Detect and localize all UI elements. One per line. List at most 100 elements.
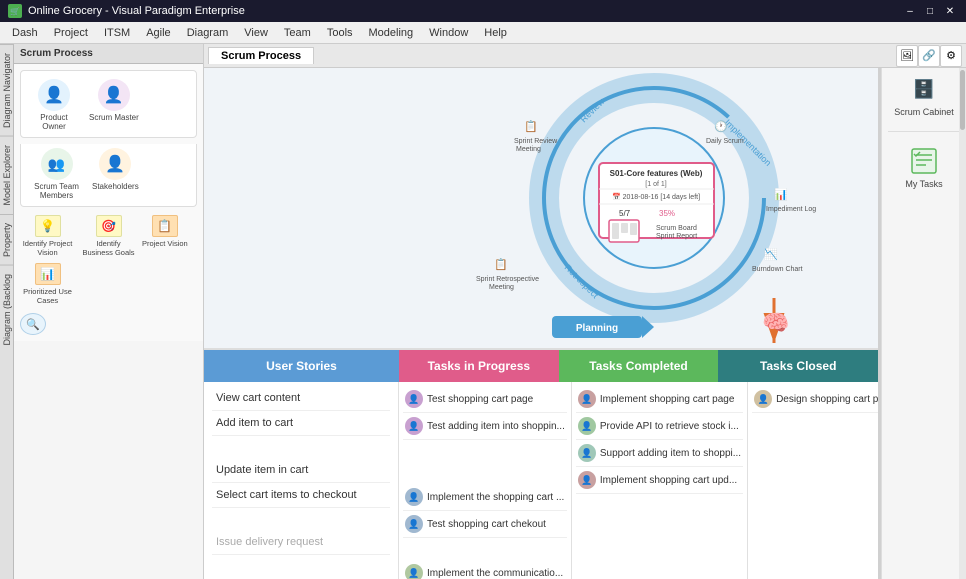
search-icon[interactable]: 🔍 bbox=[20, 313, 46, 335]
pv-icon: 📋 bbox=[152, 215, 178, 237]
task-avatar-0: 👤 bbox=[405, 390, 423, 408]
my-tasks-icon bbox=[906, 146, 942, 176]
right-scrollbar[interactable] bbox=[959, 68, 966, 579]
vtab-property[interactable]: Property bbox=[0, 214, 13, 265]
role-product-owner: 👤 Product Owner bbox=[29, 79, 79, 131]
story-view-cart: View cart content bbox=[212, 386, 390, 411]
toolbar-btn3[interactable]: ⚙ bbox=[940, 45, 962, 67]
uc-label: Prioritized Use Cases bbox=[20, 287, 75, 305]
task-text-5: Test shopping cart chekout bbox=[427, 519, 546, 530]
task-provide-api: 👤 Provide API to retrieve stock i... bbox=[576, 413, 743, 440]
kanban-body: View cart content Add item to cart Updat… bbox=[204, 382, 878, 579]
backlog-item-uc: 📊 Prioritized Use Cases bbox=[20, 263, 75, 305]
task-avatar-1: 👤 bbox=[405, 417, 423, 435]
team-label: Scrum Team Members bbox=[29, 182, 84, 200]
main-content: Scrum Process 🖼 🔗 ⚙ bbox=[204, 44, 966, 579]
title-bar-controls: – □ ✕ bbox=[902, 4, 958, 18]
maximize-button[interactable]: □ bbox=[922, 4, 938, 18]
user-stories-col: View cart content Add item to cart Updat… bbox=[204, 382, 399, 579]
roles-container: 👤 Product Owner 👤 Scrum Master bbox=[20, 70, 197, 138]
sidebar-tools: 🔍 bbox=[20, 313, 197, 335]
menu-help[interactable]: Help bbox=[476, 25, 515, 41]
story-add-item: Add item to cart bbox=[212, 411, 390, 436]
vtab-model-explorer[interactable]: Model Explorer bbox=[0, 136, 13, 214]
svg-text:Sprint Report: Sprint Report bbox=[656, 233, 697, 240]
stakeholders-icon: 👤 bbox=[99, 148, 131, 180]
svg-text:Meeting: Meeting bbox=[516, 146, 541, 153]
app-icon: 🛒 bbox=[8, 4, 22, 18]
completed-text-3: Implement shopping cart upd... bbox=[600, 475, 737, 486]
svg-text:🧠: 🧠 bbox=[762, 310, 789, 335]
toolbar-btn2[interactable]: 🔗 bbox=[918, 45, 940, 67]
menu-project[interactable]: Project bbox=[46, 25, 96, 41]
product-owner-icon: 👤 bbox=[38, 79, 70, 111]
role-team: 👥 Scrum Team Members bbox=[29, 148, 84, 200]
kanban-headers: User Stories Tasks in Progress Tasks Com… bbox=[204, 350, 878, 382]
vtab-diagram-navigator[interactable]: Diagram Navigator bbox=[0, 44, 13, 136]
menu-window[interactable]: Window bbox=[421, 25, 476, 41]
svg-text:[1 of 1]: [1 of 1] bbox=[645, 181, 666, 188]
menu-tools[interactable]: Tools bbox=[319, 25, 361, 41]
svg-text:🕐: 🕐 bbox=[714, 120, 728, 133]
backlog-grid: 💡 Identify Project Vision 🎯 Identify Bus… bbox=[20, 215, 197, 305]
story-spacer2 bbox=[212, 508, 390, 530]
minimize-button[interactable]: – bbox=[902, 4, 918, 18]
in-progress-col: 👤 Test shopping cart page 👤 Test adding … bbox=[399, 382, 572, 579]
menu-diagram[interactable]: Diagram bbox=[179, 25, 237, 41]
col-header-in-progress: Tasks in Progress bbox=[399, 350, 559, 382]
sidebar-title: Scrum Process bbox=[14, 44, 203, 64]
uc-icon: 📊 bbox=[35, 263, 61, 285]
completed-col: 👤 Implement shopping cart page 👤 Provide… bbox=[572, 382, 748, 579]
scrum-cabinet-item[interactable]: 🗄️ Scrum Cabinet bbox=[894, 74, 954, 117]
vtab-diagram-backlog[interactable]: Diagram (Backlog bbox=[0, 265, 13, 354]
backlog-item-vision: 💡 Identify Project Vision bbox=[20, 215, 75, 257]
scrum-cabinet-label: Scrum Cabinet bbox=[894, 107, 954, 117]
col-header-closed: Tasks Closed bbox=[718, 350, 878, 382]
task-text-4: Implement the shopping cart ... bbox=[427, 492, 564, 503]
menu-view[interactable]: View bbox=[236, 25, 276, 41]
tab-scrum-process[interactable]: Scrum Process bbox=[208, 47, 314, 64]
col-header-user-stories: User Stories bbox=[204, 350, 399, 382]
sidebar-diagram-area: 👤 Product Owner 👤 Scrum Master 👥 Scrum T… bbox=[14, 64, 203, 341]
svg-text:35%: 35% bbox=[659, 209, 675, 218]
svg-text:Scrum Board: Scrum Board bbox=[656, 225, 697, 232]
app-body: Diagram Navigator Model Explorer Propert… bbox=[0, 44, 966, 579]
menu-bar: Dash Project ITSM Agile Diagram View Tea… bbox=[0, 22, 966, 44]
task-avatar-5: 👤 bbox=[405, 515, 423, 533]
col-header-completed: Tasks Completed bbox=[559, 350, 719, 382]
right-scrollbar-thumb[interactable] bbox=[960, 70, 965, 130]
task-design-cart: 👤 Design shopping cart page bbox=[752, 386, 878, 413]
menu-itsm[interactable]: ITSM bbox=[96, 25, 138, 41]
completed-avatar-0: 👤 bbox=[578, 390, 596, 408]
svg-text:📅 2018-08-16 [14 days left]: 📅 2018-08-16 [14 days left] bbox=[612, 192, 700, 201]
menu-modeling[interactable]: Modeling bbox=[361, 25, 422, 41]
svg-text:Burndown Chart: Burndown Chart bbox=[752, 266, 803, 273]
svg-text:Meeting: Meeting bbox=[489, 284, 514, 291]
toolbar-btn1[interactable]: 🖼 bbox=[896, 45, 918, 67]
menu-team[interactable]: Team bbox=[276, 25, 319, 41]
goals-icon: 🎯 bbox=[96, 215, 122, 237]
completed-avatar-2: 👤 bbox=[578, 444, 596, 462]
task-test-checkout: 👤 Test shopping cart chekout bbox=[403, 511, 567, 538]
task-impl-communication: 👤 Implement the communicatio... bbox=[403, 560, 567, 579]
menu-dash[interactable]: Dash bbox=[4, 25, 46, 41]
task-text-0: Test shopping cart page bbox=[427, 394, 533, 405]
svg-text:S01-Core features (Web): S01-Core features (Web) bbox=[610, 169, 703, 178]
svg-text:Daily Scrum: Daily Scrum bbox=[706, 138, 744, 145]
content-area: S01-Core features (Web) [1 of 1] 📅 2018-… bbox=[204, 68, 966, 579]
vision-label: Identify Project Vision bbox=[20, 239, 75, 257]
svg-text:Sprint Review: Sprint Review bbox=[514, 138, 558, 145]
menu-agile[interactable]: Agile bbox=[138, 25, 178, 41]
story-delivery: Issue delivery request bbox=[212, 530, 390, 555]
closed-col: 👤 Design shopping cart page bbox=[748, 382, 878, 579]
roles-row1: 👤 Product Owner 👤 Scrum Master bbox=[29, 79, 139, 131]
completed-text-1: Provide API to retrieve stock i... bbox=[600, 421, 739, 432]
story-spacer1 bbox=[212, 436, 390, 458]
task-impl-update: 👤 Implement shopping cart upd... bbox=[576, 467, 743, 494]
svg-text:📊: 📊 bbox=[774, 188, 788, 201]
close-button[interactable]: ✕ bbox=[942, 4, 958, 18]
kanban-board: User Stories Tasks in Progress Tasks Com… bbox=[204, 348, 878, 579]
closed-text-0: Design shopping cart page bbox=[776, 394, 878, 405]
my-tasks-item[interactable]: My Tasks bbox=[905, 146, 942, 189]
svg-text:Sprint Retrospective: Sprint Retrospective bbox=[476, 276, 539, 283]
